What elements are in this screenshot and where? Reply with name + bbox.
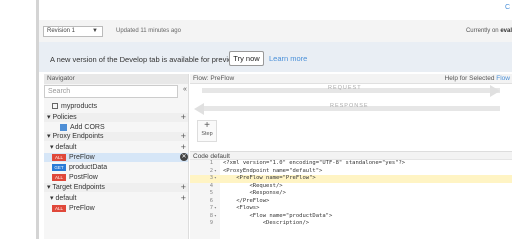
code-line: 3 ▾ <PreFlow name="PreFlow"> [190,175,512,183]
flow-label: productData [69,164,108,171]
flow-label: PreFlow [69,154,95,161]
method-badge: ALL [52,173,66,181]
code-line: 8 ▾ <Flow name="productData"> [209,212,333,221]
proxy-endpoints-label: Proxy Endpoints [52,133,104,140]
flow-item-productdata[interactable]: GET productData [44,163,188,172]
add-step-button[interactable]: + Step [197,120,217,142]
request-label: REQUEST [328,85,362,91]
endpoint-default[interactable]: ▾ default + [44,143,188,152]
policies-label: Policies [52,114,77,121]
code-line: 6 </PreFlow> [209,197,270,204]
flow-item-postflow[interactable]: ALL PostFlow [44,173,188,182]
code-line: 7 ▾ <Flows> [209,205,260,213]
method-badge: GET [52,163,66,171]
target-endpoints-label: Target Endpoints [52,184,105,191]
fold-icon[interactable]: ▾ [214,213,217,221]
target-endpoint-default[interactable]: ▾ default + [44,194,188,203]
banner-text: A new version of the Develop tab is avai… [50,55,238,64]
add-flow-button[interactable]: + [181,143,186,152]
chevron-down-icon: ▼ [92,28,98,34]
method-badge: ALL [52,204,66,212]
navigator-title: Navigator [44,74,188,84]
deployment-status: Currently on eval [466,28,512,34]
caret-down-icon: ▾ [47,184,51,191]
top-strip [39,0,512,20]
target-flow-item-preflow[interactable]: ALL PreFlow [44,204,188,213]
arrow-left-icon [194,102,204,115]
code-editor[interactable]: 1 <?xml version="1.0" encoding="UTF-8" st… [190,160,512,239]
updated-text: Updated 11 minutes ago [116,28,181,34]
target-endpoints-section[interactable]: ▾ Target Endpoints + [44,183,188,192]
cors-policy-icon [60,123,67,131]
proxy-endpoints-section[interactable]: ▾ Proxy Endpoints + [44,132,188,141]
learn-more-link[interactable]: Learn more [269,54,307,63]
help-label: Help for Selected [444,75,495,82]
code-header: Code default [190,151,512,160]
arrow-right-icon [490,84,500,97]
deployment-env: eval [500,28,512,34]
caret-down-icon: ▾ [47,133,51,140]
caret-down-icon: ▾ [50,144,54,151]
response-label: RESPONSE [330,103,369,109]
help-flow-link[interactable]: Flow [496,75,510,82]
fold-icon[interactable]: ▾ [214,175,217,183]
fold-icon[interactable]: ▾ [214,168,217,176]
add-target-flow-button[interactable]: + [181,194,186,203]
document-icon [52,103,58,110]
code-line: 5 <Response/> [209,190,286,196]
deployment-status-label: Currently on [465,28,499,34]
code-line: 2 ▾ <ProxyEndpoint name="default"> [209,167,323,176]
caret-down-icon: ▾ [47,114,51,121]
endpoint-label: default [55,144,77,151]
policy-label: Add CORS [70,124,105,131]
target-endpoint-label: default [55,195,77,202]
policies-section[interactable]: ▾ Policies + [44,113,188,122]
add-proxy-endpoint-button[interactable]: + [181,132,186,141]
add-policy-button[interactable]: + [181,113,186,122]
flow-label: PreFlow [69,205,95,212]
plus-icon: + [204,120,210,131]
method-badge: ALL [52,153,66,161]
proxy-name: myproducts [61,103,98,110]
revision-select[interactable]: Revision 1 ▼ [43,26,103,37]
fold-icon[interactable]: ▾ [214,205,217,213]
flow-label: PostFlow [69,174,98,181]
search-input[interactable]: Search [44,85,178,98]
top-link[interactable]: C [505,4,510,11]
collapse-icon[interactable]: « [183,86,187,93]
code-endpoint: default [210,153,230,160]
caret-down-icon: ▾ [50,195,54,202]
flow-item-preflow[interactable]: ALL PreFlow ✕ [44,153,188,162]
policy-item-add-cors[interactable]: Add CORS [44,123,188,132]
try-now-button[interactable]: Try now [229,51,264,66]
code-line: 4 <Request/> [209,182,283,189]
code-title: Code [193,153,209,160]
revision-bar [39,20,512,43]
revision-value: Revision 1 [47,28,76,34]
step-label: Step [201,131,213,137]
code-line: 9 <Description/> [209,220,310,226]
help-for-selected: Help for Selected Flow [445,74,510,84]
close-icon[interactable]: ✕ [180,153,188,161]
add-target-endpoint-button[interactable]: + [181,183,186,192]
proxy-item[interactable]: myproducts [44,102,188,111]
flow-canvas: REQUEST RESPONSE [190,84,512,149]
code-line: 1 <?xml version="1.0" encoding="UTF-8" st… [209,160,406,166]
